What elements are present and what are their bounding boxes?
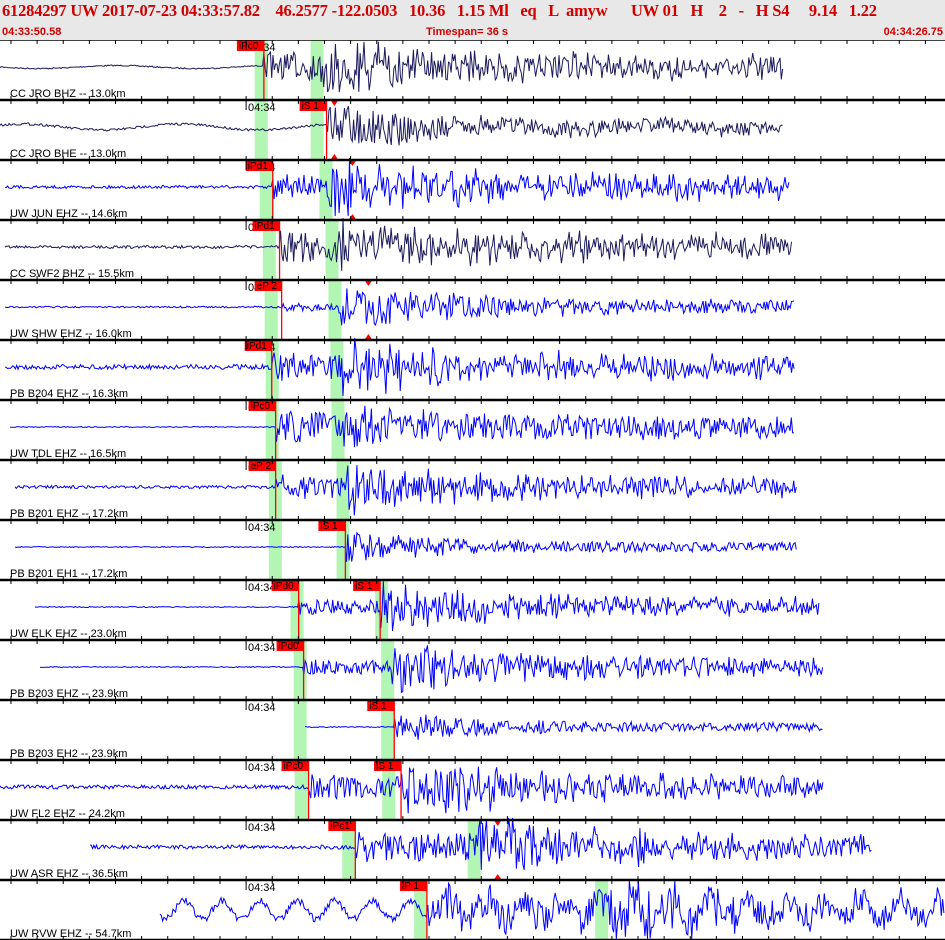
time-label: 04:34	[248, 582, 276, 594]
time-label: 04:34	[248, 762, 276, 774]
waveform-trace	[0, 106, 783, 146]
trace-row[interactable]: 04:34 UW RVW EHZ -- 54.7km iP 1	[10, 880, 945, 940]
waveform-trace	[4, 217, 792, 271]
event-header: 61284297 UW 2017-07-23 04:33:57.82 46.25…	[0, 0, 945, 40]
station-label: UW ASR EHZ -- 36.5km	[10, 868, 128, 880]
window-start-time: 04:33:50.58	[2, 26, 62, 38]
time-label: 04:34	[248, 702, 276, 714]
pick-label: eP 2	[257, 281, 278, 292]
pick-label: iS 1	[376, 761, 394, 772]
pick-label: iPc0	[239, 41, 259, 52]
trace-row[interactable]: 04:34 UW FL2 EHZ -- 24.2km iPc0 iS 1	[0, 760, 824, 820]
trace-row[interactable]: 04:34 CC JRO BHE -- 13.0km iS 1	[0, 100, 783, 160]
pick-label: iPd0	[274, 581, 294, 592]
pick-label: iPd0	[279, 641, 299, 652]
trace-row[interactable]: 04:34UW TDL EHZ -- 16.5kmiPc0	[9, 400, 794, 460]
pick-label: iPd1	[248, 161, 268, 172]
trace-row[interactable]: 04:34 UW ELK EHZ -- 23.0km iPd0 iS 1	[10, 580, 820, 640]
trace-row[interactable]: 04:34UW JUN EHZ -- 14.6kmiPd1	[4, 157, 790, 220]
waveform-trace	[34, 581, 820, 632]
predicted-window	[319, 160, 333, 220]
waveform-trace	[9, 405, 794, 448]
time-label: 04:34	[248, 102, 276, 114]
trace-row[interactable]: 04:34PB B204 EHZ -- 16.3kmiPd1	[4, 338, 795, 400]
seismogram-panel[interactable]: 04:34 CC JRO BHZ -- 13.0km iPc0 04:34 CC JRO…	[0, 40, 945, 940]
waveform-trace	[14, 465, 797, 516]
trace-row[interactable]: 04:34 PB B201 EH1 -- 17.2km iS 1	[10, 520, 797, 580]
station-label: PB B203 EH2 -- 23.9km	[10, 748, 127, 760]
waveform-trace	[159, 880, 945, 940]
predicted-window	[595, 880, 609, 940]
waveform-trace	[0, 766, 824, 814]
pick-label: iS 1	[369, 701, 387, 712]
pick-label: iPc0	[284, 761, 304, 772]
station-label: PB B203 EHZ -- 23.9km	[10, 688, 128, 700]
timespan-label: Timespan= 36 s	[426, 26, 509, 38]
station-label: UW SHW EHZ -- 16.0km	[10, 328, 132, 340]
waveform-trace	[89, 817, 872, 871]
station-label: PB B201 EH1 -- 17.2km	[10, 568, 127, 580]
trace-row[interactable]: 04:34UW SHW EHZ -- 16.0kmeP 2	[4, 280, 795, 340]
pick-label: iS 1	[355, 581, 373, 592]
trace-row[interactable]: 04:34CC SWF2 BHZ -- 15.5kmiPd1	[4, 217, 792, 280]
predicted-window	[325, 220, 339, 280]
station-label: PB B201 EHZ -- 17.2km	[10, 508, 128, 520]
waveform-trace	[4, 288, 795, 327]
event-summary: 61284297 UW 2017-07-23 04:33:57.82 46.25…	[2, 1, 877, 20]
time-label: 04:34	[248, 522, 276, 534]
pick-label: eP 2	[251, 461, 272, 472]
pick-label: iP 1	[402, 881, 419, 892]
window-end-time: 04:34:26.75	[883, 26, 943, 38]
pick-label: iPd1	[247, 341, 267, 352]
time-label: 04:34	[248, 642, 276, 654]
station-label: UW RVW EHZ -- 54.7km	[10, 928, 131, 940]
trace-row[interactable]: 04:34CC JRO BHZ -- 13.0kmiPc0	[0, 40, 784, 100]
pick-label: iS 1	[302, 101, 320, 112]
pick-label: iS 1	[320, 521, 338, 532]
trace-row[interactable]: 04:34 PB B203 EHZ -- 23.9km iPd0	[10, 640, 824, 700]
waveform-trace	[0, 41, 784, 93]
waveform-trace	[14, 531, 797, 562]
station-label: UW JUN EHZ -- 14.6km	[10, 208, 127, 220]
waveform-trace	[39, 645, 824, 694]
trace-row[interactable]: 04:34 PB B203 EH2 -- 23.9km iS 1	[10, 700, 823, 760]
predicted-window	[381, 640, 395, 700]
station-label: CC JRO BHZ -- 13.0km	[10, 88, 126, 100]
station-label: UW TDL EHZ -- 16.5km	[10, 448, 126, 460]
station-label: CC JRO BHE -- 13.0km	[10, 148, 126, 160]
station-label: PB B204 EHZ -- 16.3km	[10, 388, 128, 400]
time-label: 04:34	[248, 882, 276, 894]
station-label: UW ELK EHZ -- 23.0km	[10, 628, 127, 640]
pick-label: iPc0	[251, 401, 271, 412]
predicted-window	[293, 700, 307, 760]
time-label: 04:34	[248, 822, 276, 834]
trace-row[interactable]: 04:34PB B201 EHZ -- 17.2kmeP 2	[10, 460, 797, 520]
trace-row[interactable]: 04:34 UW ASR EHZ -- 36.5km iPc1	[10, 817, 872, 880]
station-label: UW FL2 EHZ -- 24.2km	[10, 808, 125, 820]
pick-label: iPc1	[330, 821, 350, 832]
